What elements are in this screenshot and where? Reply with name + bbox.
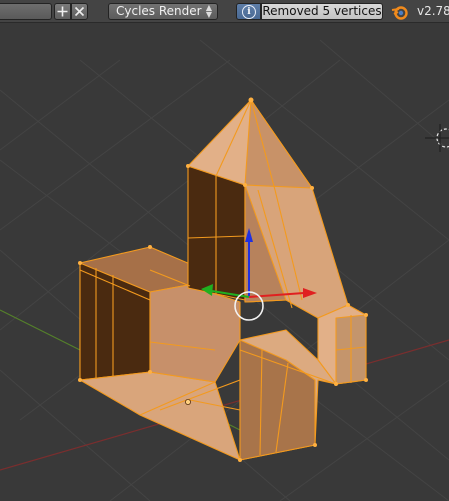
info-report-button[interactable]: i: [236, 3, 261, 20]
plus-icon: [57, 6, 68, 17]
x-icon: [74, 6, 85, 17]
dropdown-arrows-icon: ▲ ▼: [205, 3, 212, 19]
blender-logo-icon: [391, 6, 408, 20]
delete-scene-button[interactable]: [71, 3, 88, 20]
info-icon: i: [242, 5, 256, 19]
report-message[interactable]: Removed 5 vertices: [261, 3, 383, 20]
render-engine-label: Cycles Render: [116, 4, 202, 18]
add-scene-button[interactable]: [54, 3, 71, 20]
version-label: v2.78: [417, 4, 449, 18]
render-engine-dropdown[interactable]: Cycles Render ▲ ▼: [108, 3, 218, 20]
info-header: Cycles Render ▲ ▼ i Removed 5 vertices v2…: [0, 0, 449, 23]
scene-selector-field[interactable]: [0, 3, 52, 20]
3d-viewport[interactable]: [0, 23, 449, 501]
